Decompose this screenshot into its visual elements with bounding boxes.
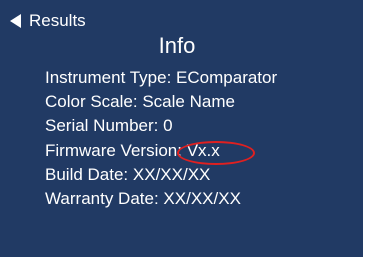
instrument-type-label: Instrument Type: [45, 68, 172, 87]
build-date-row: Build Date: XX/XX/XX [45, 163, 277, 187]
build-date-value: XX/XX/XX [132, 164, 211, 184]
warranty-date-value: XX/XX/XX [163, 189, 241, 209]
warranty-date-row: Warranty Date: XX/XX/XX [45, 187, 277, 211]
serial-number-row: Serial Number: 0 [45, 114, 277, 138]
back-arrow-icon [10, 14, 21, 28]
firmware-version-label: Firmware Version: [45, 140, 182, 160]
info-list: Instrument Type: EComparator Color Scale… [45, 66, 277, 211]
color-scale-label: Color Scale: [45, 92, 138, 112]
firmware-version-row: Firmware Version: Vx.x [45, 139, 277, 165]
warranty-date-label: Warranty Date: [45, 189, 159, 209]
serial-number-value: 0 [163, 116, 173, 136]
instrument-type-row: Instrument Type: EComparator [45, 66, 277, 90]
back-label: Results [29, 11, 86, 30]
color-scale-row: Color Scale: Scale Name [45, 90, 277, 114]
build-date-label: Build Date: [45, 164, 129, 184]
instrument-type-value: EComparator [176, 68, 278, 87]
firmware-version-value-wrapper: Vx.x [176, 139, 255, 165]
info-screen: Results Info Instrument Type: EComparato… [0, 0, 363, 257]
serial-number-label: Serial Number: [45, 116, 159, 136]
back-button[interactable]: Results [10, 11, 86, 31]
highlight-ellipse [176, 140, 255, 165]
page-title: Info [158, 33, 196, 58]
color-scale-value: Scale Name [142, 92, 235, 112]
